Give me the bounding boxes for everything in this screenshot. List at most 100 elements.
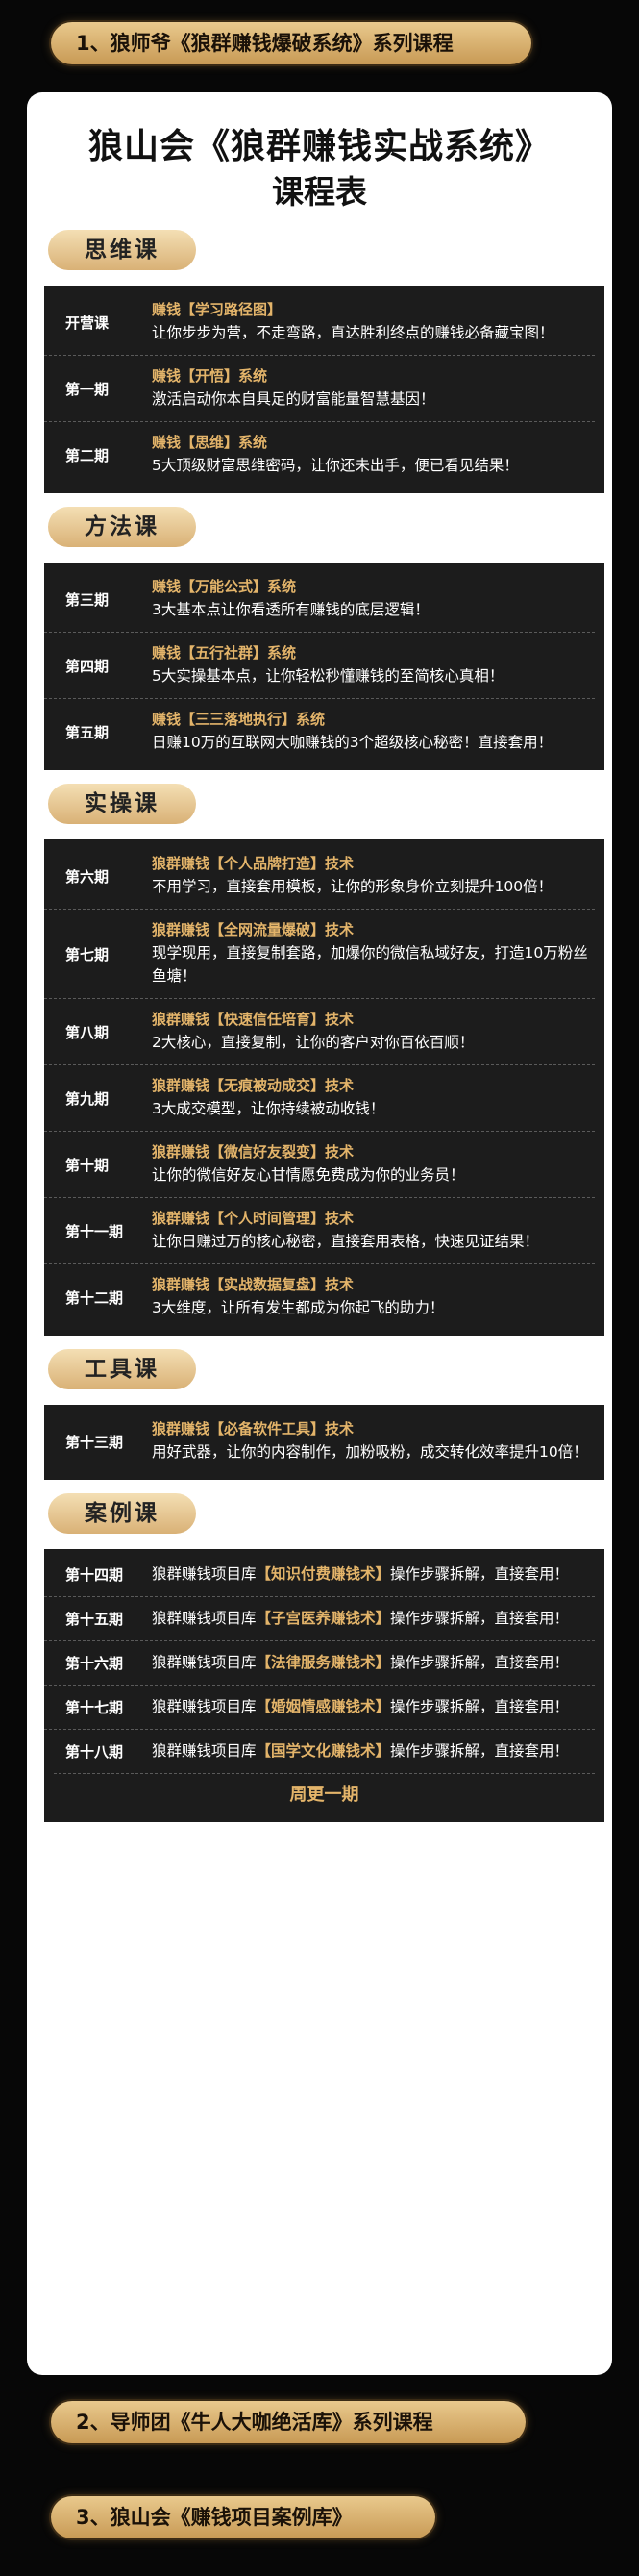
course-description: 5大实操基本点，让你轻松秒懂赚钱的至简核心真相！ bbox=[152, 667, 504, 685]
case-prefix: 狼群赚钱项目库 bbox=[152, 1698, 257, 1715]
section-tab-thinking: 思维课 bbox=[48, 230, 196, 270]
period-label: 第一期 bbox=[65, 380, 110, 398]
period-label: 第十期 bbox=[65, 1156, 110, 1174]
course-row: 第二期 赚钱【思维】系统 5大顶级财富思维密码，让你还未出手，便已看见结果！ bbox=[44, 422, 595, 488]
course-title: 赚钱【学习路径图】 bbox=[152, 301, 283, 318]
case-row: 第十七期 狼群赚钱项目库【婚姻情感赚钱术】操作步骤拆解，直接套用！ bbox=[44, 1686, 595, 1730]
case-row: 第十四期 狼群赚钱项目库【知识付费赚钱术】操作步骤拆解，直接套用！ bbox=[44, 1553, 595, 1597]
section-block-thinking: 开营课 赚钱【学习路径图】让你步步为营，不走弯路，直达胜利终点的赚钱必备藏宝图！ 第… bbox=[44, 286, 604, 493]
section-tab-cases: 案例课 bbox=[48, 1493, 196, 1534]
period-label: 第七期 bbox=[65, 945, 110, 963]
period-label: 第八期 bbox=[65, 1023, 110, 1041]
course-content: 狼群赚钱【实战数据复盘】技术 3大维度，让所有发生都成为你起飞的助力！ bbox=[152, 1264, 595, 1330]
section-block-practice: 第六期 狼群赚钱【个人品牌打造】技术 不用学习，直接套用模板，让你的形象身价立刻提升… bbox=[44, 839, 604, 1336]
series-pill-2[interactable]: 2、导师团《牛人大咖绝活库》系列课程 bbox=[51, 2401, 526, 2443]
case-suffix: 操作步骤拆解，直接套用！ bbox=[390, 1565, 570, 1583]
period-label: 第十六期 bbox=[65, 1655, 124, 1672]
course-row: 第十二期 狼群赚钱【实战数据复盘】技术 3大维度，让所有发生都成为你起飞的助力！ bbox=[44, 1264, 595, 1330]
weekly-update-note: 周更一期 bbox=[54, 1773, 595, 1816]
course-content: 狼群赚钱【个人时间管理】技术让你日赚过万的核心秘密，直接套用表格，快速见证结果！ bbox=[152, 1198, 595, 1263]
series-pill-3[interactable]: 3、狼山会《赚钱项目案例库》 bbox=[51, 2496, 435, 2538]
case-prefix: 狼群赚钱项目库 bbox=[152, 1654, 257, 1671]
course-title: 狼群赚钱【个人时间管理】技术 bbox=[152, 1210, 355, 1227]
course-title: 赚钱【思维】系统 bbox=[152, 434, 268, 451]
period-label: 第十五期 bbox=[65, 1611, 124, 1628]
course-row: 第七期 狼群赚钱【全网流量爆破】技术 现学现用，直接复制套路，加爆你的微信私域好友，… bbox=[44, 910, 595, 999]
period-label: 第十七期 bbox=[65, 1699, 124, 1716]
case-prefix: 狼群赚钱项目库 bbox=[152, 1610, 257, 1627]
period-label: 第六期 bbox=[65, 867, 110, 886]
period-label: 第五期 bbox=[65, 723, 110, 741]
case-row: 第十六期 狼群赚钱项目库【法律服务赚钱术】操作步骤拆解，直接套用！ bbox=[44, 1641, 595, 1686]
course-title: 狼群赚钱【必备软件工具】技术 bbox=[152, 1420, 355, 1438]
period-label: 第十三期 bbox=[65, 1433, 124, 1451]
case-content: 狼群赚钱项目库【国学文化赚钱术】操作步骤拆解，直接套用！ bbox=[152, 1730, 595, 1773]
case-suffix: 操作步骤拆解，直接套用！ bbox=[390, 1698, 570, 1715]
case-row: 第十五期 狼群赚钱项目库【子宫医养赚钱术】操作步骤拆解，直接套用！ bbox=[44, 1597, 595, 1641]
case-content: 狼群赚钱项目库【婚姻情感赚钱术】操作步骤拆解，直接套用！ bbox=[152, 1686, 595, 1729]
course-row: 第三期 赚钱【万能公式】系统 3大基本点让你看透所有赚钱的底层逻辑！ bbox=[44, 566, 595, 633]
course-title: 赚钱【三三落地执行】系统 bbox=[152, 711, 326, 728]
section-tab-practice: 实操课 bbox=[48, 784, 196, 824]
case-description: 狼群赚钱项目库【法律服务赚钱术】操作步骤拆解，直接套用！ bbox=[152, 1651, 595, 1674]
case-highlight: 【婚姻情感赚钱术】 bbox=[256, 1698, 391, 1715]
page-subtitle: 课程表 bbox=[272, 173, 367, 211]
period-label: 第十四期 bbox=[65, 1566, 124, 1584]
case-prefix: 狼群赚钱项目库 bbox=[152, 1742, 257, 1760]
course-description: 让你的微信好友心甘情愿免费成为你的业务员！ bbox=[152, 1166, 465, 1184]
course-row: 第十一期 狼群赚钱【个人时间管理】技术让你日赚过万的核心秘密，直接套用表格，快速见… bbox=[44, 1198, 595, 1264]
course-content: 赚钱【思维】系统 5大顶级财富思维密码，让你还未出手，便已看见结果！ bbox=[152, 422, 595, 488]
case-highlight: 【子宫医养赚钱术】 bbox=[256, 1610, 391, 1627]
course-row: 第四期 赚钱【五行社群】系统 5大实操基本点，让你轻松秒懂赚钱的至简核心真相！ bbox=[44, 633, 595, 699]
period-label: 第二期 bbox=[65, 446, 110, 464]
case-suffix: 操作步骤拆解，直接套用！ bbox=[390, 1610, 570, 1627]
course-description: 3大维度，让所有发生都成为你起飞的助力！ bbox=[152, 1299, 445, 1316]
course-content: 赚钱【万能公式】系统 3大基本点让你看透所有赚钱的底层逻辑！ bbox=[152, 566, 595, 632]
course-title: 狼群赚钱【无痕被动成交】技术 bbox=[152, 1077, 355, 1094]
course-description: 3大成交模型，让你持续被动收钱！ bbox=[152, 1100, 385, 1117]
case-highlight: 【法律服务赚钱术】 bbox=[256, 1654, 391, 1671]
case-row: 第十八期 狼群赚钱项目库【国学文化赚钱术】操作步骤拆解，直接套用！ bbox=[44, 1730, 595, 1773]
course-row: 开营课 赚钱【学习路径图】让你步步为营，不走弯路，直达胜利终点的赚钱必备藏宝图！ bbox=[44, 289, 595, 356]
course-content: 狼群赚钱【微信好友裂变】技术让你的微信好友心甘情愿免费成为你的业务员！ bbox=[152, 1132, 595, 1197]
period-label: 第十二期 bbox=[65, 1288, 124, 1307]
course-title: 狼群赚钱【快速信任培育】技术 bbox=[152, 1011, 355, 1028]
course-content: 赚钱【开悟】系统 激活启动你本自具足的财富能量智慧基因！ bbox=[152, 356, 595, 421]
course-description: 用好武器，让你的内容制作，加粉吸粉，成交转化效率提升10倍！ bbox=[152, 1443, 588, 1461]
course-content: 狼群赚钱【快速信任培育】技术 2大核心，直接复制，让你的客户对你百依百顺！ bbox=[152, 999, 595, 1064]
course-row: 第五期 赚钱【三三落地执行】系统日赚10万的互联网大咖赚钱的3个超级核心秘密！直接… bbox=[44, 699, 595, 764]
course-row: 第九期 狼群赚钱【无痕被动成交】技术 3大成交模型，让你持续被动收钱！ bbox=[44, 1065, 595, 1132]
course-title: 狼群赚钱【实战数据复盘】技术 bbox=[152, 1276, 355, 1293]
section-tab-method: 方法课 bbox=[48, 507, 196, 547]
case-content: 狼群赚钱项目库【法律服务赚钱术】操作步骤拆解，直接套用！ bbox=[152, 1641, 595, 1685]
period-label: 第三期 bbox=[65, 590, 110, 609]
course-content: 赚钱【学习路径图】让你步步为营，不走弯路，直达胜利终点的赚钱必备藏宝图！ bbox=[152, 289, 595, 355]
course-content: 狼群赚钱【全网流量爆破】技术 现学现用，直接复制套路，加爆你的微信私域好友，打造1… bbox=[152, 910, 595, 998]
course-content: 赚钱【五行社群】系统 5大实操基本点，让你轻松秒懂赚钱的至简核心真相！ bbox=[152, 633, 595, 698]
section-tab-tools: 工具课 bbox=[48, 1349, 196, 1389]
course-description: 3大基本点让你看透所有赚钱的底层逻辑！ bbox=[152, 601, 430, 618]
course-content: 狼群赚钱【无痕被动成交】技术 3大成交模型，让你持续被动收钱！ bbox=[152, 1065, 595, 1131]
course-description: 让你日赚过万的核心秘密，直接套用表格，快速见证结果！ bbox=[152, 1233, 540, 1250]
course-description: 日赚10万的互联网大咖赚钱的3个超级核心秘密！直接套用！ bbox=[152, 734, 553, 751]
case-description: 狼群赚钱项目库【子宫医养赚钱术】操作步骤拆解，直接套用！ bbox=[152, 1607, 595, 1630]
case-prefix: 狼群赚钱项目库 bbox=[152, 1565, 257, 1583]
course-schedule-card: 狼山会《狼群赚钱实战系统》 课程表 思维课 开营课 赚钱【学习路径图】让你步步为营… bbox=[27, 92, 612, 2375]
course-title: 狼群赚钱【微信好友裂变】技术 bbox=[152, 1143, 355, 1161]
section-block-tools: 第十三期 狼群赚钱【必备软件工具】技术用好武器，让你的内容制作，加粉吸粉，成交转化… bbox=[44, 1405, 604, 1480]
course-title: 狼群赚钱【个人品牌打造】技术 bbox=[152, 855, 355, 872]
course-description: 让你步步为营，不走弯路，直达胜利终点的赚钱必备藏宝图！ bbox=[152, 324, 554, 341]
case-description: 狼群赚钱项目库【国学文化赚钱术】操作步骤拆解，直接套用！ bbox=[152, 1739, 595, 1763]
page-title: 狼山会《狼群赚钱实战系统》 bbox=[87, 127, 551, 166]
course-title: 赚钱【万能公式】系统 bbox=[152, 578, 297, 595]
section-block-method: 第三期 赚钱【万能公式】系统 3大基本点让你看透所有赚钱的底层逻辑！ 第四期 赚钱【五行… bbox=[44, 563, 604, 770]
course-description: 2大核心，直接复制，让你的客户对你百依百顺！ bbox=[152, 1034, 475, 1051]
course-row: 第十期 狼群赚钱【微信好友裂变】技术让你的微信好友心甘情愿免费成为你的业务员！ bbox=[44, 1132, 595, 1198]
case-suffix: 操作步骤拆解，直接套用！ bbox=[390, 1654, 570, 1671]
section-block-cases: 第十四期 狼群赚钱项目库【知识付费赚钱术】操作步骤拆解，直接套用！ 第十五期 狼群赚钱… bbox=[44, 1549, 604, 1822]
case-suffix: 操作步骤拆解，直接套用！ bbox=[390, 1742, 570, 1760]
case-highlight: 【知识付费赚钱术】 bbox=[256, 1565, 391, 1583]
series-pill-1[interactable]: 1、狼师爷《狼群赚钱爆破系统》系列课程 bbox=[51, 22, 531, 64]
period-label: 开营课 bbox=[65, 313, 110, 332]
period-label: 第十一期 bbox=[65, 1222, 124, 1240]
